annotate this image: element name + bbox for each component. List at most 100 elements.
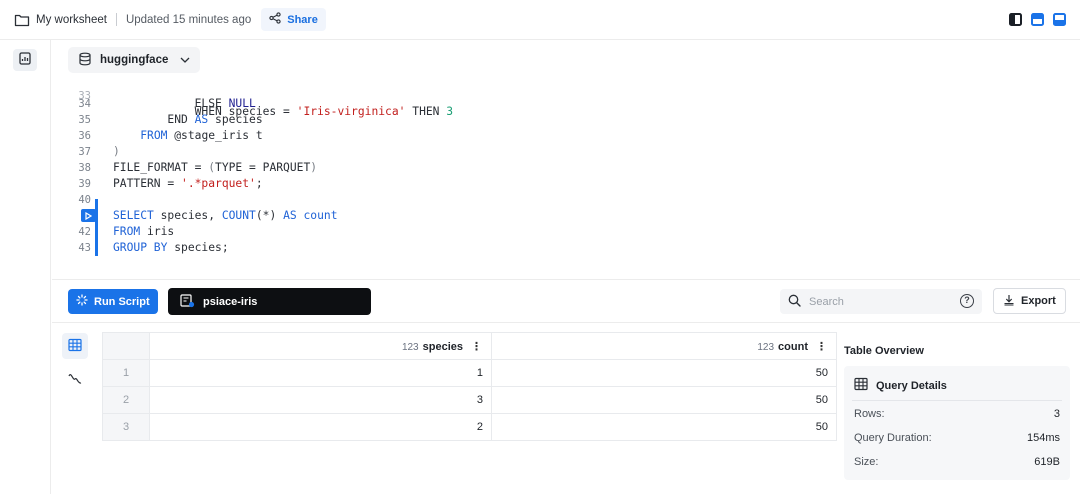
code-token: '.*parquet' — [181, 177, 256, 190]
folder-icon — [14, 12, 30, 28]
code-line: SELECT species, COUNT(*) AS count — [52, 208, 1080, 224]
help-icon[interactable]: ? — [960, 294, 974, 308]
last-updated-text: Updated 15 minutes ago — [125, 13, 252, 26]
top-bar: My worksheet Updated 15 minutes ago Shar… — [0, 0, 1080, 40]
column-name: species — [422, 340, 463, 353]
line-number: 36 — [78, 130, 91, 142]
code-token: FROM — [140, 129, 168, 142]
code-text: GROUP BY species; — [113, 240, 229, 256]
code-token: END — [113, 113, 195, 126]
table-icon — [854, 377, 868, 394]
code-text: FROM iris — [113, 224, 174, 240]
cell-species[interactable]: 1 — [149, 359, 492, 387]
query-details-header: Query Details — [854, 377, 947, 394]
share-label: Share — [287, 13, 318, 26]
code-token: species; — [167, 241, 229, 254]
table-view-tab[interactable] — [62, 333, 88, 359]
table-header-row: 123 species ⋮ 123 count ⋮ — [102, 332, 837, 360]
sidebar-layout-icon[interactable] — [1009, 13, 1022, 26]
row-index: 2 — [102, 386, 150, 414]
top-panel-layout-icon[interactable] — [1031, 13, 1044, 26]
column-menu-icon[interactable]: ⋮ — [816, 341, 827, 353]
code-line: 40 — [52, 192, 1080, 208]
database-name: huggingface — [100, 54, 169, 66]
code-token: TYPE = PARQUET — [215, 161, 311, 174]
overview-value: 154ms — [1026, 432, 1060, 444]
search-icon — [788, 294, 801, 310]
overview-value: 3 — [1053, 408, 1060, 420]
code-line: 43 GROUP BY species; — [52, 240, 1080, 256]
code-token: ; — [255, 177, 263, 190]
column-name: count — [778, 340, 808, 353]
layout-switcher — [1009, 13, 1066, 26]
line-number: 40 — [78, 194, 91, 206]
overview-key: Size: — [854, 456, 879, 468]
column-menu-icon[interactable]: ⋮ — [471, 341, 482, 353]
database-icon — [78, 52, 92, 69]
code-line: 34 ELSE NULL — [52, 96, 1080, 112]
line-number: 34 — [78, 98, 91, 110]
results-table: 123 species ⋮ 123 count ⋮ 1 1 50 2 3 50 3 2 … — [102, 332, 837, 441]
cell-count[interactable]: 50 — [491, 413, 837, 441]
table-row[interactable]: 2 3 50 — [102, 386, 837, 414]
overview-row-size: Size: 619B — [854, 456, 1060, 472]
warehouse-icon — [180, 293, 195, 311]
code-token: (*) — [255, 209, 284, 222]
code-text: END AS species — [113, 112, 263, 128]
worksheet-nav-button[interactable] — [13, 49, 37, 71]
code-token: COUNT — [221, 209, 256, 222]
code-token: ) — [113, 145, 120, 158]
cell-count[interactable]: 50 — [491, 359, 837, 387]
cell-species[interactable]: 2 — [149, 413, 492, 441]
overview-row-duration: Query Duration: 154ms — [854, 432, 1060, 448]
code-token: AS — [194, 113, 209, 126]
code-text: FROM @stage_iris t — [113, 128, 262, 144]
grid-icon — [68, 338, 82, 355]
chart-view-tab[interactable] — [62, 367, 88, 393]
query-details-title: Query Details — [876, 379, 947, 392]
share-button[interactable]: Share — [261, 8, 326, 31]
search-input[interactable] — [809, 295, 939, 308]
line-number: 35 — [78, 114, 91, 126]
run-script-button[interactable]: Run Script — [68, 289, 158, 314]
code-token: AS — [283, 209, 297, 222]
code-text: ) — [113, 144, 120, 160]
export-label: Export — [1021, 295, 1056, 307]
share-icon — [269, 12, 281, 27]
code-line: 35 END AS species — [52, 112, 1080, 128]
code-token: iris — [140, 225, 175, 238]
cell-species[interactable]: 3 — [149, 386, 492, 414]
code-token: NULL — [228, 97, 256, 110]
row-index: 3 — [102, 413, 150, 441]
cell-count[interactable]: 50 — [491, 386, 837, 414]
code-token: PATTERN = — [113, 177, 182, 190]
sql-editor[interactable]: 33 WHEN species = 'Iris-virginica' THEN … — [52, 80, 1080, 280]
table-row[interactable]: 3 2 50 — [102, 413, 837, 441]
code-line-partial: 33 WHEN species = 'Iris-virginica' THEN … — [78, 90, 454, 118]
row-index: 1 — [102, 359, 150, 387]
overview-key: Query Duration: — [854, 432, 932, 444]
line-number: 37 — [78, 146, 91, 158]
code-token: FILE_FORMAT = — [113, 161, 209, 174]
overview-value: 619B — [1034, 456, 1060, 468]
warehouse-selector[interactable]: psiace-iris — [168, 288, 371, 315]
export-button[interactable]: Export — [993, 288, 1066, 314]
row-index-header — [102, 332, 150, 360]
line-number: 42 — [78, 226, 91, 238]
code-text: ELSE NULL — [113, 96, 256, 112]
column-header-count[interactable]: 123 count ⋮ — [491, 332, 837, 360]
line-number: 39 — [78, 178, 91, 190]
worksheet-title[interactable]: My worksheet — [36, 14, 107, 26]
run-spinner-icon — [76, 294, 88, 309]
code-token: count — [303, 209, 338, 222]
code-line: 42 FROM iris — [52, 224, 1080, 240]
bottom-panel-layout-icon[interactable] — [1053, 13, 1066, 26]
table-row[interactable]: 1 1 50 — [102, 359, 837, 387]
database-selector[interactable]: huggingface — [68, 47, 201, 73]
column-type-label: 123 — [401, 341, 419, 353]
code-token: FROM — [113, 225, 141, 238]
code-token: ) — [310, 161, 318, 174]
column-header-species[interactable]: 123 species ⋮ — [149, 332, 492, 360]
table-overview-title: Table Overview — [844, 345, 924, 357]
code-token: species — [208, 113, 263, 126]
